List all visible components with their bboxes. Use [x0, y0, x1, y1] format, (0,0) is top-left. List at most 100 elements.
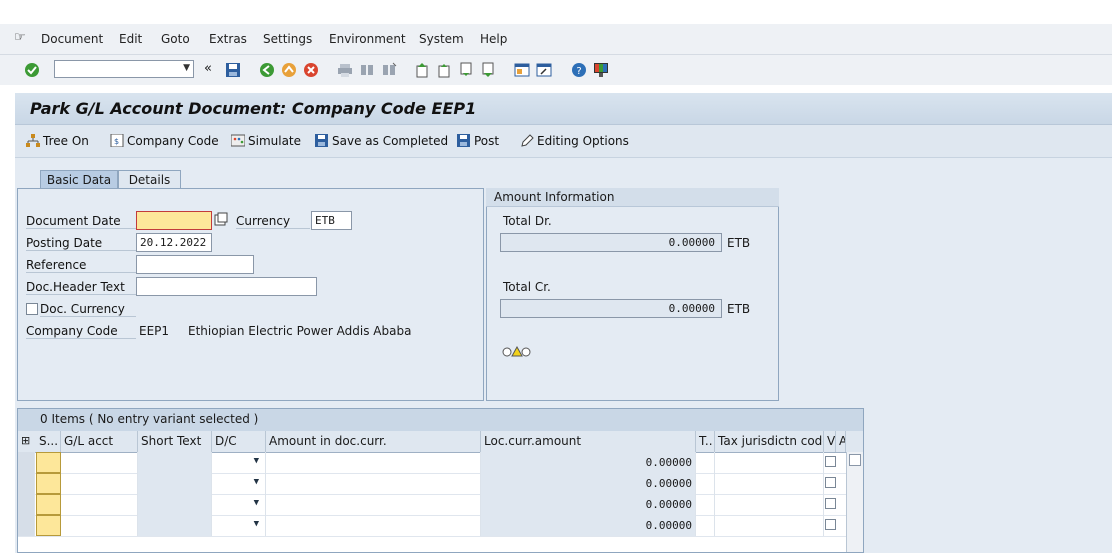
- menu-edit[interactable]: Edit: [119, 32, 142, 46]
- tax-jur-cell[interactable]: [715, 473, 824, 494]
- prev-page-icon[interactable]: [436, 62, 452, 78]
- dc-cell[interactable]: ▼: [212, 473, 266, 494]
- currency-field[interactable]: ETB: [311, 211, 352, 230]
- amount-doc-cell[interactable]: [266, 452, 481, 473]
- menu-goto[interactable]: Goto: [161, 32, 190, 46]
- amount-doc-cell[interactable]: [266, 494, 481, 515]
- t-cell[interactable]: [696, 515, 715, 536]
- print-icon[interactable]: [337, 62, 353, 78]
- loc-amount-cell[interactable]: 0.00000: [481, 494, 696, 515]
- row-selector[interactable]: [18, 515, 35, 536]
- v-checkbox[interactable]: [825, 477, 836, 488]
- row-selector[interactable]: [18, 494, 35, 515]
- tab-basic-data[interactable]: Basic Data: [40, 170, 118, 189]
- t-cell[interactable]: [696, 494, 715, 515]
- exit-icon[interactable]: [281, 62, 297, 78]
- back-icon[interactable]: [259, 62, 275, 78]
- header-text-field[interactable]: [136, 277, 317, 296]
- command-field[interactable]: ▼: [54, 60, 194, 78]
- cancel-icon[interactable]: [303, 62, 319, 78]
- table-row[interactable]: ▼ 0.00000: [18, 452, 863, 474]
- header-t[interactable]: T..: [696, 431, 715, 452]
- loc-amount-cell[interactable]: 0.00000: [481, 473, 696, 494]
- amount-doc-cell[interactable]: [266, 515, 481, 536]
- loc-amount-cell[interactable]: 0.00000: [481, 515, 696, 536]
- status-cell[interactable]: [36, 494, 61, 515]
- loc-amount-cell[interactable]: 0.00000: [481, 452, 696, 473]
- menu-document[interactable]: Document: [41, 32, 103, 46]
- simulate-button[interactable]: Simulate: [231, 134, 301, 148]
- menu-settings[interactable]: Settings: [263, 32, 312, 46]
- header-amount-doc[interactable]: Amount in doc.curr.: [266, 431, 481, 452]
- status-cell[interactable]: [36, 452, 61, 473]
- collapse-icon[interactable]: «: [204, 61, 212, 76]
- header-short-text[interactable]: Short Text: [138, 431, 212, 452]
- table-settings-icon[interactable]: ⊞: [21, 434, 30, 447]
- document-date-field[interactable]: [136, 211, 212, 230]
- first-page-icon[interactable]: [414, 62, 430, 78]
- row-selector[interactable]: [18, 452, 35, 473]
- dc-cell[interactable]: ▼: [212, 452, 266, 473]
- enter-icon[interactable]: [24, 62, 40, 78]
- menu-system[interactable]: System: [419, 32, 464, 46]
- tree-on-button[interactable]: Tree On: [26, 134, 89, 148]
- amount-doc-cell[interactable]: [266, 473, 481, 494]
- doc-currency-checkbox[interactable]: [26, 303, 38, 315]
- tax-jur-cell[interactable]: [715, 515, 824, 536]
- find-icon[interactable]: [359, 62, 375, 78]
- dc-cell[interactable]: ▼: [212, 494, 266, 515]
- reference-field[interactable]: [136, 255, 254, 274]
- post-button[interactable]: Post: [457, 134, 499, 148]
- table-row[interactable]: ▼ 0.00000: [18, 494, 863, 516]
- menu-help[interactable]: Help: [480, 32, 507, 46]
- header-gl-acct[interactable]: G/L acct: [61, 431, 138, 452]
- calendar-icon[interactable]: [214, 212, 228, 226]
- help-icon[interactable]: ?: [571, 62, 587, 78]
- vertical-scrollbar[interactable]: [846, 452, 863, 552]
- menu-extras[interactable]: Extras: [209, 32, 247, 46]
- t-cell[interactable]: [696, 452, 715, 473]
- shortcut-icon[interactable]: [536, 62, 552, 78]
- chevron-down-icon[interactable]: ▼: [254, 477, 259, 487]
- gl-acct-cell[interactable]: [61, 452, 138, 473]
- header-a[interactable]: A: [836, 431, 846, 452]
- editing-options-button[interactable]: Editing Options: [520, 134, 629, 148]
- header-dc[interactable]: D/C: [212, 431, 266, 452]
- header-tax-jur[interactable]: Tax jurisdictn code: [715, 431, 824, 452]
- v-checkbox[interactable]: [825, 498, 836, 509]
- new-session-icon[interactable]: [514, 62, 530, 78]
- gl-acct-cell[interactable]: [61, 473, 138, 494]
- chevron-down-icon[interactable]: ▼: [254, 498, 259, 508]
- gl-acct-cell[interactable]: [61, 494, 138, 515]
- layout-icon[interactable]: [593, 62, 609, 78]
- menu-environment[interactable]: Environment: [329, 32, 406, 46]
- table-row[interactable]: ▼ 0.00000: [18, 515, 863, 537]
- t-cell[interactable]: [696, 473, 715, 494]
- posting-date-field[interactable]: 20.12.2022: [136, 233, 212, 252]
- status-cell[interactable]: [36, 473, 61, 494]
- save-completed-button[interactable]: Save as Completed: [315, 134, 448, 148]
- next-page-icon[interactable]: [458, 62, 474, 78]
- menu-icon[interactable]: ☞: [14, 30, 26, 45]
- chevron-down-icon[interactable]: ▼: [183, 63, 190, 73]
- chevron-down-icon[interactable]: ▼: [254, 519, 259, 529]
- find-next-icon[interactable]: [381, 62, 397, 78]
- chevron-down-icon[interactable]: ▼: [254, 456, 259, 466]
- header-s[interactable]: S...: [36, 431, 61, 452]
- scrollbar-thumb[interactable]: [849, 454, 861, 466]
- header-loc-amount[interactable]: Loc.curr.amount: [481, 431, 696, 452]
- status-cell[interactable]: [36, 515, 61, 536]
- v-checkbox[interactable]: [825, 456, 836, 467]
- tax-jur-cell[interactable]: [715, 452, 824, 473]
- header-v[interactable]: V: [824, 431, 836, 452]
- company-code-button[interactable]: $ Company Code: [110, 134, 219, 148]
- v-checkbox[interactable]: [825, 519, 836, 530]
- tab-details[interactable]: Details: [118, 170, 181, 189]
- table-row[interactable]: ▼ 0.00000: [18, 473, 863, 495]
- save-icon[interactable]: [225, 62, 241, 78]
- tax-jur-cell[interactable]: [715, 494, 824, 515]
- last-page-icon[interactable]: [480, 62, 496, 78]
- dc-cell[interactable]: ▼: [212, 515, 266, 536]
- row-selector[interactable]: [18, 473, 35, 494]
- gl-acct-cell[interactable]: [61, 515, 138, 536]
